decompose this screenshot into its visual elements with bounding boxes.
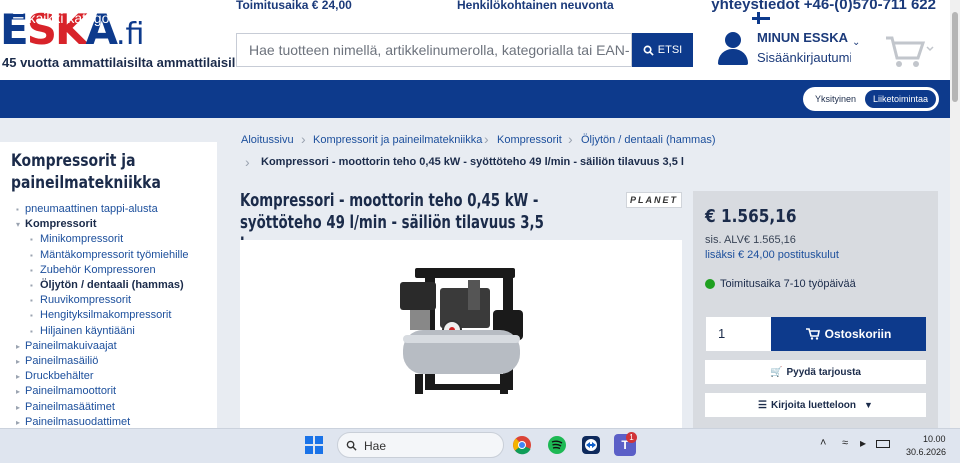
spotify-icon[interactable] <box>547 435 567 455</box>
toggle-private[interactable]: Yksityinen <box>807 90 864 108</box>
breadcrumb-item[interactable]: Kompressorit <box>497 134 562 146</box>
search-input[interactable]: Hae tuotteen nimellä, artikkelinumerolla… <box>236 33 632 67</box>
sidebar-item[interactable]: Druckbehälter <box>25 370 93 382</box>
add-to-cart-button[interactable]: Ostoskoriin <box>771 317 926 351</box>
scrollbar-thumb[interactable] <box>952 12 958 102</box>
in-stock-dot-icon <box>705 279 715 289</box>
windows-start-icon[interactable] <box>304 435 324 455</box>
request-quote-button[interactable]: 🛒 Pyydä tarjousta <box>705 360 926 384</box>
taskbar-search[interactable]: Hae <box>337 432 504 458</box>
breadcrumb-current: Kompressori - moottorin teho 0,45 kW - s… <box>261 156 684 168</box>
notification-badge: 1 <box>626 432 637 443</box>
brand-logo[interactable]: PLANET <box>626 192 682 208</box>
expand-icon[interactable]: ▸ <box>16 342 20 351</box>
bullet-icon: ▪ <box>16 205 19 214</box>
quantity-input[interactable]: 1 <box>706 317 771 351</box>
sidebar-item[interactable]: Öljytön / dentaali (hammas) <box>40 279 184 291</box>
breadcrumb-home[interactable]: Aloitussivu <box>241 134 294 146</box>
sidebar-item[interactable]: Minikompressorit <box>40 233 123 245</box>
sidebar-item[interactable]: Paineilmakuivaajat <box>25 340 117 352</box>
sidebar-item[interactable]: Paineilmamoottorit <box>25 385 116 397</box>
bullet-icon: ▪ <box>30 281 33 290</box>
sidebar-item[interactable]: Mäntäkompressorit työmiehille <box>40 249 189 261</box>
bullet-icon: ▪ <box>30 250 33 260</box>
sidebar-item[interactable]: Hiljainen käyntiääni <box>40 325 135 337</box>
bullet-icon: ▪ <box>30 311 33 321</box>
compressor-image <box>400 268 523 394</box>
vat-line: sis. ALV€ 1.565,16 <box>705 234 796 246</box>
bullet-icon: ▪ <box>30 326 33 336</box>
sidebar-item[interactable]: Paineilmasäätimet <box>25 401 115 413</box>
finland-flag-icon <box>752 12 771 24</box>
chevron-down-icon[interactable]: ⌄ <box>852 37 860 48</box>
account-title[interactable]: MINUN ESSKA <box>757 30 848 45</box>
expand-icon[interactable]: ▸ <box>16 372 20 381</box>
bullet-icon: ▪ <box>30 265 33 275</box>
chrome-icon[interactable] <box>512 435 532 455</box>
wishlist-button[interactable]: ☰ Kirjoita luetteloon ▼ <box>705 393 926 417</box>
toggle-business[interactable]: Liiketoimintaa <box>865 90 937 108</box>
sidebar-item[interactable]: Paineilmasäiliö <box>25 355 98 367</box>
sidebar-item[interactable]: Kompressorit <box>25 218 97 230</box>
nav-worlds[interactable]: Hyötyjen maailmoja ▼ <box>243 10 378 26</box>
speaker-icon[interactable]: ▸ <box>860 436 866 450</box>
delivery-time: Toimitusaika 7-10 työpäivää <box>705 278 856 290</box>
expand-icon[interactable]: ▸ <box>16 357 20 366</box>
chevron-up-icon[interactable]: ˄ <box>820 437 826 449</box>
account-login[interactable]: Sisäänkirjautuminen <box>757 50 851 65</box>
wifi-icon[interactable]: ≈ <box>842 437 848 449</box>
chevron-down-icon: ▼ <box>369 15 379 25</box>
collapse-icon: ▾ <box>16 220 21 230</box>
breadcrumb-item[interactable]: Kompressorit ja paineilmatekniikka <box>313 134 482 146</box>
product-image[interactable] <box>240 240 682 430</box>
chevron-down-icon: ▼ <box>132 15 142 25</box>
customer-type-toggle[interactable]: Yksityinen Liiketoimintaa <box>803 87 939 111</box>
list-icon: ☰ <box>758 399 768 411</box>
sidebar-item[interactable]: Paineilmasuodattimet <box>25 416 130 428</box>
search-icon <box>643 45 654 56</box>
user-icon[interactable] <box>716 30 750 66</box>
teamviewer-icon[interactable] <box>581 435 601 455</box>
cart-icon[interactable] <box>884 34 934 68</box>
chevron-right-icon: › <box>301 131 306 147</box>
chevron-right-icon: › <box>568 131 573 147</box>
sidebar-item[interactable]: Ruuvikompressorit <box>40 294 131 306</box>
bullet-icon: ▪ <box>30 235 33 245</box>
clock-date[interactable]: 30.6.2026 <box>906 447 946 457</box>
page-scrollbar[interactable] <box>950 0 960 428</box>
nav-about[interactable]: Tietoa meistä ▼ <box>405 10 501 26</box>
nav-all-categories[interactable]: ☰ kaikki kategoriat ▼ <box>12 10 142 27</box>
shipping-line[interactable]: lisäksi € 24,00 postituskulut <box>705 249 839 261</box>
search-button-label: ETSI <box>657 44 683 56</box>
menu-icon: ☰ <box>12 10 25 26</box>
sidebar-item[interactable]: Zubehör Kompressoren <box>40 264 156 276</box>
nav-brands[interactable]: Brands <box>174 10 218 26</box>
bullet-icon: ▪ <box>30 296 33 306</box>
chevron-down-icon: ▼ <box>492 15 502 25</box>
breadcrumb-item[interactable]: Öljytön / dentaali (hammas) <box>581 134 716 146</box>
cart-icon: 🛒 <box>770 366 783 378</box>
battery-icon[interactable] <box>876 440 890 448</box>
sidebar-title: Kompressorit ja paineilmatekniikka <box>11 151 161 193</box>
chevron-right-icon: › <box>484 131 489 147</box>
search-icon <box>346 440 357 451</box>
nav-country[interactable]: Maa ▼ <box>721 10 783 26</box>
clock-time[interactable]: 10.00 <box>923 434 946 444</box>
sidebar-item[interactable]: pneumaattinen tappi-alusta <box>25 203 158 215</box>
chevron-down-icon: ▼ <box>864 400 873 410</box>
chevron-down-icon: ▼ <box>774 15 784 25</box>
cart-plus-icon <box>805 328 820 340</box>
expand-icon[interactable]: ▸ <box>16 403 20 412</box>
tagline: 45 vuotta ammattilaisilta ammattilaisill… <box>2 55 247 70</box>
product-price: € 1.565,16 <box>705 206 797 227</box>
sidebar-item[interactable]: Hengityksilmakompressorit <box>40 309 171 321</box>
chevron-right-icon: › <box>245 154 250 170</box>
search-button[interactable]: ETSI <box>632 33 693 67</box>
expand-icon[interactable]: ▸ <box>16 387 20 396</box>
expand-icon[interactable]: ▸ <box>16 418 20 427</box>
